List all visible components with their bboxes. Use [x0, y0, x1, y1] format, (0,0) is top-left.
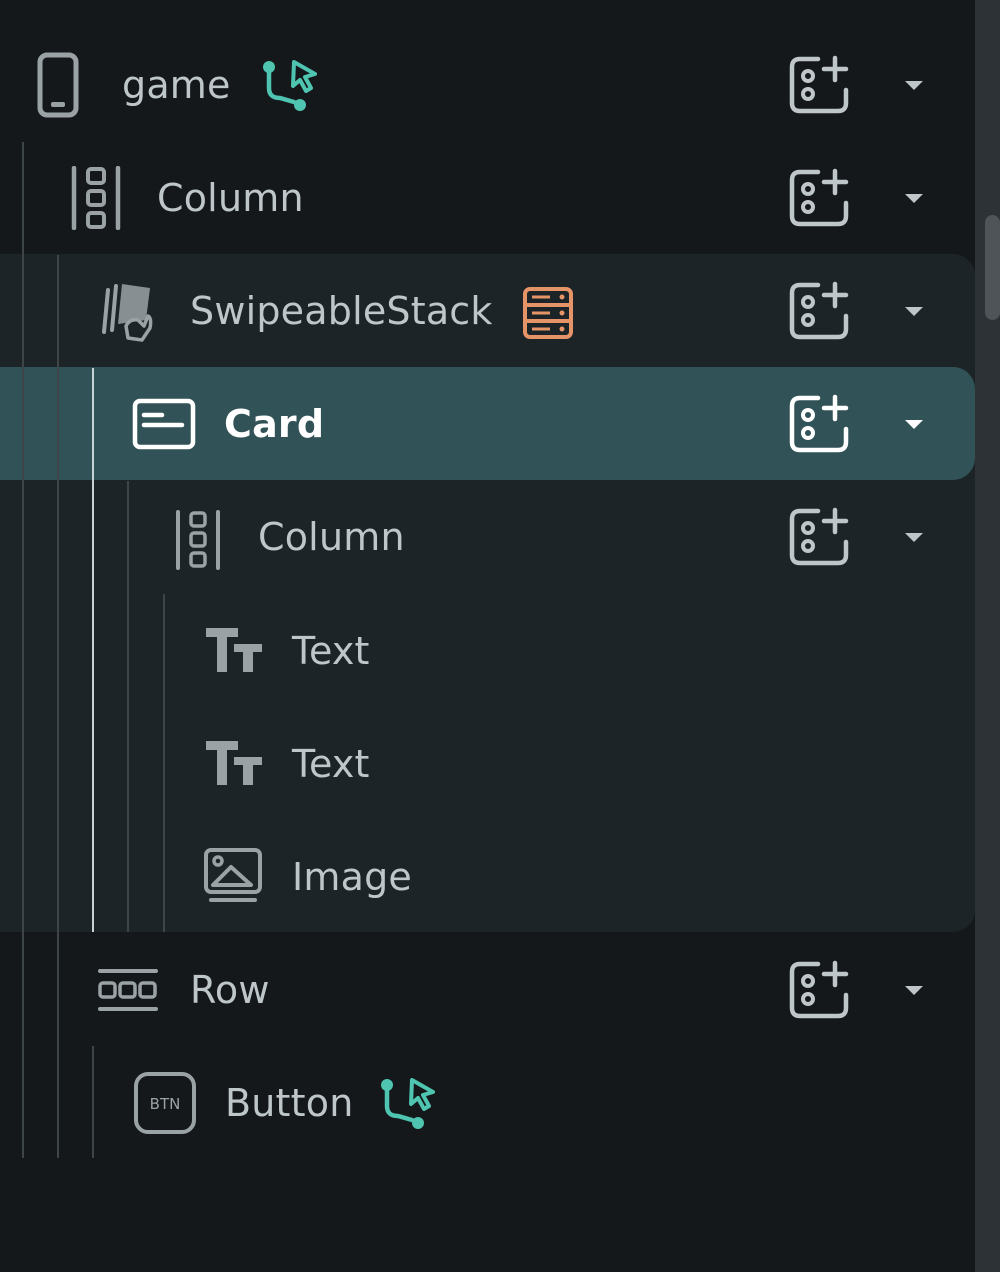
text-icon [206, 628, 262, 672]
svg-text:BTN: BTN [150, 1095, 181, 1113]
tree-node-text[interactable]: Text [0, 707, 975, 820]
tree-node-label: Button [225, 1080, 354, 1125]
tree-node-game[interactable]: game [0, 28, 975, 141]
column-icon [176, 510, 220, 570]
action-flow-icon[interactable] [260, 58, 320, 114]
chevron-down-icon[interactable] [898, 295, 930, 327]
action-flow-icon[interactable] [378, 1076, 438, 1132]
scrollbar-thumb[interactable] [985, 215, 1000, 320]
card-icon [132, 398, 196, 450]
tree-node-column[interactable]: Column [0, 480, 975, 593]
tree-node-label: Card [224, 401, 325, 446]
column-icon [71, 166, 121, 230]
swipeable-stack-icon [102, 284, 153, 342]
chevron-down-icon[interactable] [898, 69, 930, 101]
tree-node-swipeable-stack[interactable]: SwipeableStack [0, 254, 975, 367]
scrollbar-track[interactable] [975, 0, 1000, 1272]
tree-node-label: Column [258, 514, 405, 559]
chevron-down-icon[interactable] [898, 408, 930, 440]
add-child-button[interactable] [786, 52, 852, 118]
backend-query-icon[interactable] [522, 286, 574, 340]
add-child-button[interactable] [786, 957, 852, 1023]
tree-node-label: Text [292, 741, 370, 786]
tree-node-label: Text [292, 628, 370, 673]
tree-node-label: Column [157, 175, 304, 220]
tree-node-text[interactable]: Text [0, 594, 975, 707]
row-icon [98, 969, 158, 1011]
add-child-button[interactable] [786, 165, 852, 231]
tree-node-column[interactable]: Column [0, 141, 975, 254]
add-child-button[interactable] [786, 391, 852, 457]
chevron-down-icon[interactable] [898, 974, 930, 1006]
tree-node-row[interactable]: Row [0, 933, 975, 1046]
tree-node-image[interactable]: Image [0, 820, 975, 933]
tree-node-card[interactable]: Card [0, 367, 975, 480]
tree-node-label: SwipeableStack [190, 288, 493, 333]
chevron-down-icon[interactable] [898, 521, 930, 553]
tree-node-button[interactable]: BTN Button [0, 1046, 975, 1159]
button-icon: BTN [134, 1072, 196, 1134]
image-icon [204, 848, 262, 902]
text-icon [206, 741, 262, 785]
tree-node-label: game [122, 62, 231, 107]
widget-tree-panel: game Column SwipeableStack Card Column T… [0, 0, 975, 1272]
tree-node-label: Image [292, 854, 413, 899]
add-child-button[interactable] [786, 278, 852, 344]
tree-node-label: Row [190, 967, 270, 1012]
phone-icon [37, 52, 79, 118]
add-child-button[interactable] [786, 504, 852, 570]
chevron-down-icon[interactable] [898, 182, 930, 214]
